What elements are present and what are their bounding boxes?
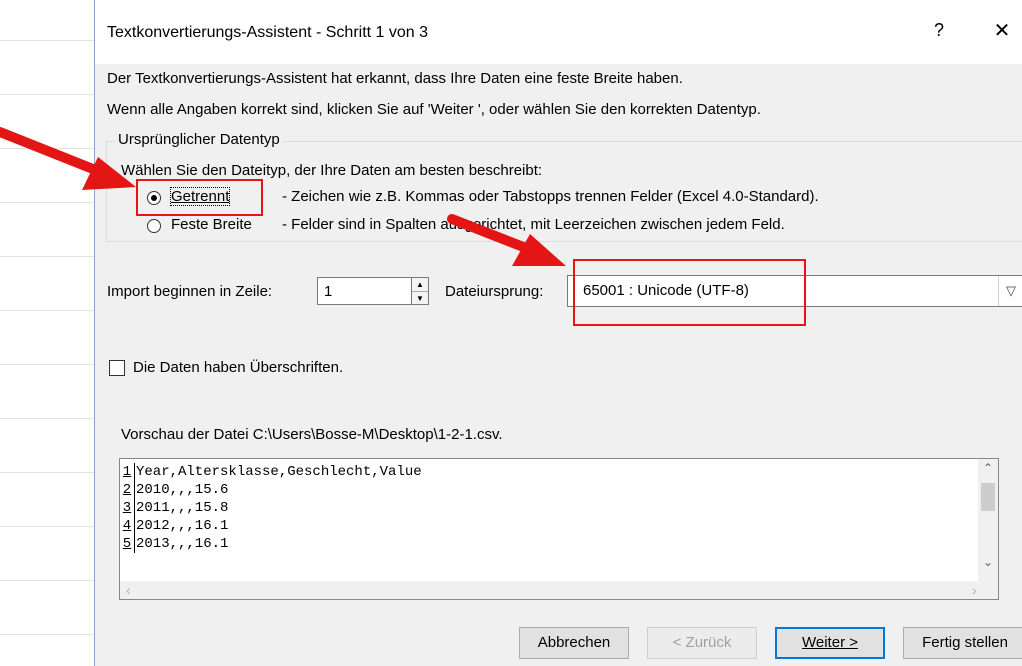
spin-down-icon[interactable]: ▼	[412, 292, 428, 305]
next-button[interactable]: Weiter >	[775, 627, 885, 659]
dialog-title: Textkonvertierungs-Assistent - Schritt 1…	[107, 24, 429, 41]
preview-label: Vorschau der Datei C:\Users\Bosse-M\Desk…	[121, 426, 503, 443]
preview-lines: 1 Year,Altersklasse,Geschlecht,Value 2 201…	[120, 463, 422, 553]
scroll-right-icon[interactable]: ›	[972, 582, 977, 598]
preview-panel[interactable]: 1 Year,Altersklasse,Geschlecht,Value 2 201…	[119, 458, 999, 600]
preview-line: 4 2012,,,16.1	[120, 517, 422, 535]
preview-line-number: 5	[120, 535, 135, 553]
highlight-box-file-origin	[573, 259, 806, 326]
gridline	[0, 202, 94, 203]
preview-line-number: 2	[120, 481, 135, 499]
background-sheet	[0, 0, 94, 666]
preview-horizontal-scrollbar[interactable]: ‹ ›	[120, 581, 998, 599]
gridline	[0, 418, 94, 419]
spin-up-icon[interactable]: ▲	[412, 278, 428, 292]
radio-delimited-description: - Zeichen wie z.B. Kommas oder Tabstopps…	[282, 188, 819, 205]
help-button[interactable]: ?	[927, 20, 951, 44]
text-import-wizard-dialog: Textkonvertierungs-Assistent - Schritt 1…	[94, 0, 1022, 666]
preview-line-number: 1	[120, 463, 135, 481]
preview-line: 3 2011,,,15.8	[120, 499, 422, 517]
preview-line: 5 2013,,,16.1	[120, 535, 422, 553]
chevron-down-icon[interactable]: ▽	[998, 276, 1022, 306]
finish-button[interactable]: Fertig stellen	[903, 627, 1022, 659]
intro-text-2: Wenn alle Angaben korrekt sind, klicken …	[107, 101, 761, 118]
gridline	[0, 472, 94, 473]
gridline	[0, 256, 94, 257]
import-row-input[interactable]: 1	[317, 277, 413, 305]
headers-checkbox-label[interactable]: Die Daten haben Überschriften.	[133, 359, 343, 376]
radio-fixed-width-label[interactable]: Feste Breite	[171, 216, 252, 233]
preview-line: 2 2010,,,15.6	[120, 481, 422, 499]
scroll-down-icon[interactable]: ⌄	[978, 555, 998, 569]
gridline	[0, 634, 94, 635]
gridline	[0, 94, 94, 95]
file-origin-label: Dateiursprung:	[445, 283, 544, 300]
gridline	[0, 364, 94, 365]
radio-fixed-width[interactable]	[147, 219, 161, 233]
scroll-up-icon[interactable]: ⌃	[978, 461, 998, 475]
headers-checkbox[interactable]	[109, 360, 125, 376]
import-row-spinner[interactable]: ▲ ▼	[411, 277, 429, 305]
preview-vertical-scrollbar[interactable]: ⌃ ⌄	[978, 459, 998, 581]
preview-line-number: 3	[120, 499, 135, 517]
highlight-box-delimited	[136, 179, 263, 216]
import-row-value: 1	[324, 283, 333, 300]
gridline	[0, 310, 94, 311]
gridline	[0, 40, 94, 41]
preview-line-text: 2013,,,16.1	[136, 536, 229, 552]
datatype-group-label: Ursprünglicher Datentyp	[115, 131, 283, 148]
next-button-label: Weiter >	[802, 634, 858, 651]
gridline	[0, 148, 94, 149]
close-icon[interactable]: ✕	[989, 18, 1015, 44]
title-bar: Textkonvertierungs-Assistent - Schritt 1…	[95, 0, 1022, 64]
preview-line-number: 4	[120, 517, 135, 535]
preview-line-text: Year,Altersklasse,Geschlecht,Value	[136, 464, 422, 480]
radio-fixed-width-description: - Felder sind in Spalten ausgerichtet, m…	[282, 216, 785, 233]
gridline	[0, 526, 94, 527]
gridline	[0, 580, 94, 581]
intro-text-1: Der Textkonvertierungs-Assistent hat erk…	[107, 70, 683, 87]
preview-line-text: 2010,,,15.6	[136, 482, 229, 498]
datatype-prompt: Wählen Sie den Dateityp, der Ihre Daten …	[121, 162, 543, 179]
cancel-button[interactable]: Abbrechen	[519, 627, 629, 659]
scroll-left-icon[interactable]: ‹	[126, 582, 131, 598]
scroll-thumb[interactable]	[981, 483, 995, 511]
preview-line: 1 Year,Altersklasse,Geschlecht,Value	[120, 463, 422, 481]
preview-line-text: 2012,,,16.1	[136, 518, 229, 534]
preview-line-text: 2011,,,15.8	[136, 500, 229, 516]
back-button[interactable]: < Zurück	[647, 627, 757, 659]
import-row-label: Import beginnen in Zeile:	[107, 283, 273, 300]
